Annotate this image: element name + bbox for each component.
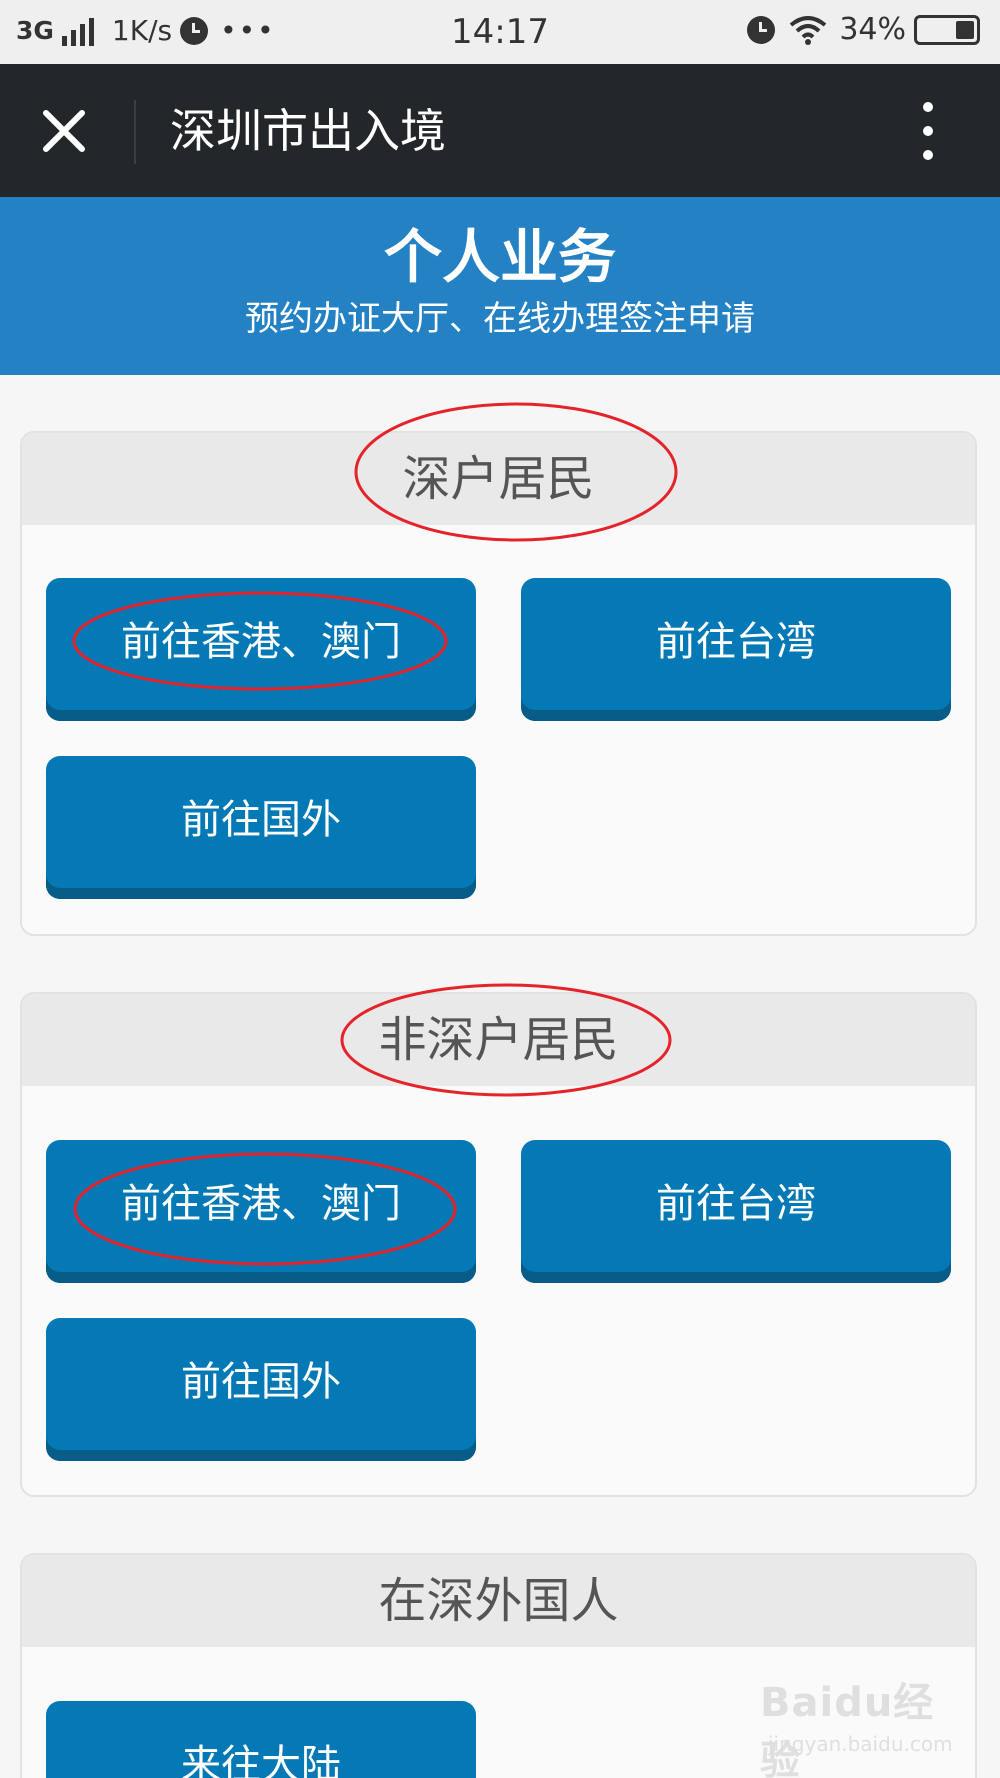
page-title: 深圳市出入境 (170, 104, 446, 158)
section-title: 在深外国人 (22, 1555, 975, 1647)
taiwan-button[interactable]: 前往台湾 (521, 578, 951, 721)
section-non-shenzhen-residents: 非深户居民 前往香港、澳门 前往台湾 前往国外 (20, 992, 977, 1497)
overseas-button[interactable]: 前往国外 (46, 1318, 476, 1461)
title-divider (134, 100, 136, 164)
section-shenzhen-residents: 深户居民 前往香港、澳门 前往台湾 前往国外 (20, 431, 977, 936)
banner-title: 个人业务 (383, 223, 616, 291)
status-bar: 3G 1K/s ••• 14:17 34% (0, 0, 1000, 64)
mainland-travel-button[interactable]: 来往大陆 (46, 1701, 476, 1778)
close-icon[interactable] (40, 107, 88, 155)
section-title: 非深户居民 (22, 994, 975, 1086)
battery-percent: 34% (839, 12, 906, 47)
section-title: 深户居民 (22, 433, 975, 525)
banner-subtitle: 预约办证大厅、在线办理签注申请 (245, 299, 755, 339)
taiwan-button[interactable]: 前往台湾 (521, 1140, 951, 1283)
battery-level (955, 20, 974, 39)
app-title-bar: 深圳市出入境 (0, 64, 1000, 197)
watermark-url: jingyan.baidu.com (768, 1732, 953, 1756)
baidu-watermark: Baidu经验 jingyan.baidu.com (760, 1670, 960, 1778)
more-vertical-icon[interactable] (920, 102, 936, 162)
overseas-button[interactable]: 前往国外 (46, 756, 476, 899)
hk-macau-button[interactable]: 前往香港、澳门 (46, 1140, 476, 1283)
wifi-icon (790, 15, 827, 45)
hk-macau-button[interactable]: 前往香港、澳门 (46, 578, 476, 721)
header-banner: 个人业务 预约办证大厅、在线办理签注申请 (0, 197, 1000, 375)
battery-icon (914, 14, 980, 45)
watermark-logo: Baidu经验 (760, 1680, 935, 1778)
screen: 3G 1K/s ••• 14:17 34% 深圳市出入境 个人业务 预约办证大厅… (0, 0, 1000, 1778)
alarm-icon (747, 15, 776, 44)
